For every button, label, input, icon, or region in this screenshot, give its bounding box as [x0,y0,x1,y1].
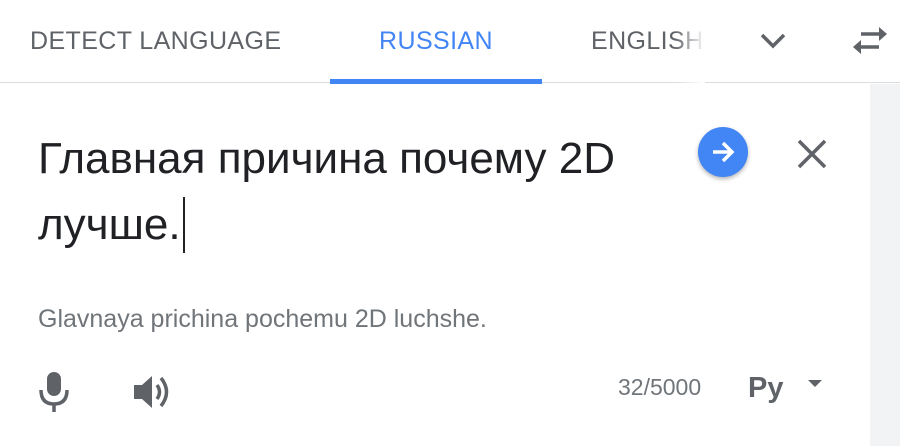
swap-arrows-icon [853,27,887,54]
voice-input-button[interactable] [34,368,74,416]
speaker-icon [134,376,169,408]
input-tools-button[interactable]: Ру [740,368,830,412]
close-icon [797,139,827,169]
translate-button[interactable] [698,127,748,177]
listen-button[interactable] [130,370,176,414]
tab-english[interactable]: ENGLISH [591,0,705,83]
tab-russian[interactable]: RUSSIAN [330,0,542,84]
character-count: 32/5000 [618,374,702,400]
more-languages-button[interactable] [752,20,794,62]
arrow-right-icon [713,141,735,163]
language-bar: DETECT LANGUAGE RUSSIAN ENGLISH [0,0,900,84]
source-text-input[interactable]: Главная причина почему 2D лучше. [38,126,678,258]
caret-down-icon [808,380,822,387]
target-panel-edge [870,84,900,446]
tab-detect-language[interactable]: DETECT LANGUAGE [30,0,281,83]
clear-text-button[interactable] [790,132,834,176]
input-tools-label: Ру [748,372,784,404]
text-cursor [182,197,185,253]
tab-english-label: ENGLISH [591,27,704,55]
chevron-down-icon [760,33,786,49]
swap-languages-button[interactable] [849,20,891,62]
transliteration-text: Glavnaya prichina pochemu 2D luchshe. [38,305,487,333]
source-text-value: Главная причина почему 2D лучше. [38,134,616,249]
microphone-icon [39,372,69,412]
